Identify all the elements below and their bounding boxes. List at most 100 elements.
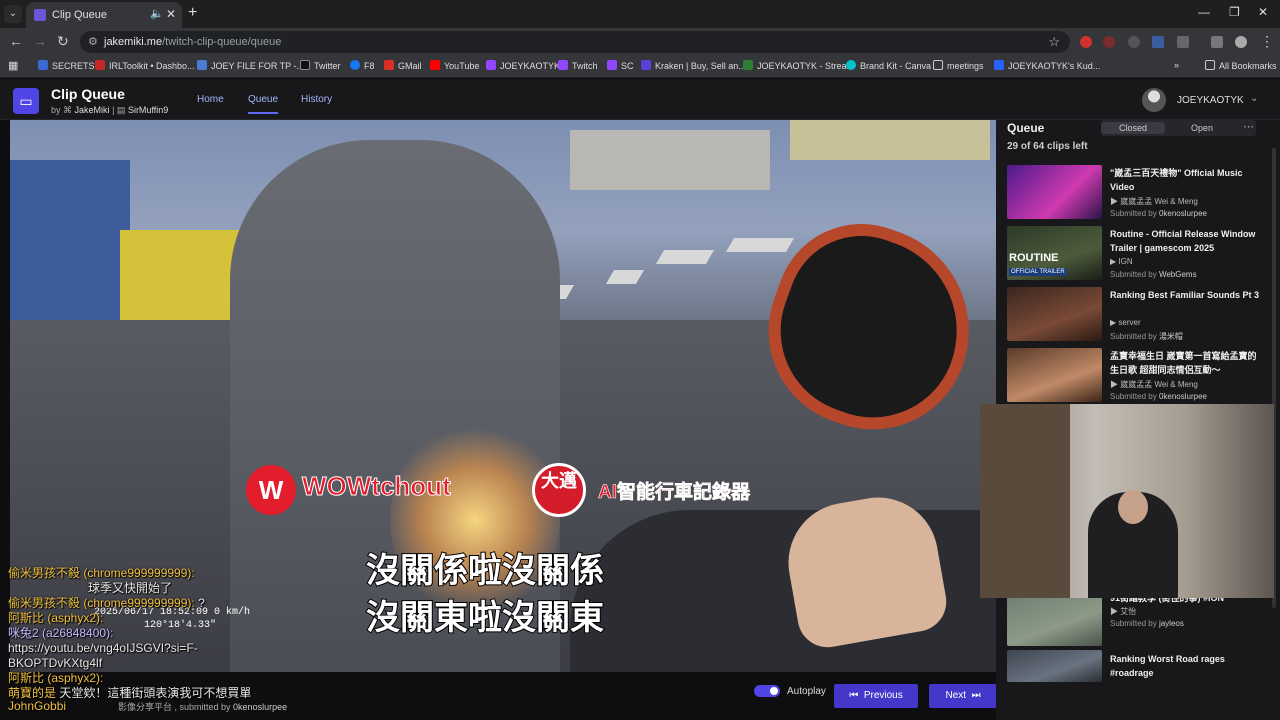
- webcam-overlay: [980, 404, 1274, 598]
- close-window-icon[interactable]: ✕: [1258, 5, 1268, 19]
- nav-history[interactable]: History: [301, 94, 332, 105]
- restore-icon[interactable]: ❐: [1229, 5, 1240, 19]
- tab-title: Clip Queue: [52, 9, 108, 21]
- queue-item[interactable]: "崴孟三百天禮物" Official Music Video ▶ 崴崴孟孟 We…: [1007, 165, 1272, 221]
- site-info-icon[interactable]: ⚙: [88, 35, 98, 48]
- tab-open[interactable]: Open: [1191, 123, 1213, 133]
- video-icon: ▶: [1110, 318, 1117, 327]
- clip-channel: ▶ IGN: [1110, 257, 1133, 266]
- queue-item[interactable]: Ranking Best Familiar Sounds Pt 3 ▶ serv…: [1007, 287, 1272, 343]
- minimize-icon[interactable]: —: [1198, 5, 1210, 19]
- tab-search-icon[interactable]: ⌄: [4, 5, 22, 23]
- close-tab-icon[interactable]: ✕: [166, 7, 176, 21]
- browser-tab[interactable]: Clip Queue 🔈 ✕: [26, 2, 182, 28]
- bookmark-twitch[interactable]: Twitch: [558, 60, 598, 71]
- extension-shield-icon[interactable]: [1103, 36, 1115, 48]
- extension-badge-icon[interactable]: [1152, 36, 1164, 48]
- subtitle-line-1: 沒關係啦沒關係: [365, 551, 605, 591]
- clip-channel: ▶ 崴崴孟孟 Wei & Meng: [1110, 197, 1198, 206]
- bookmark-meetings[interactable]: meetings: [933, 60, 984, 71]
- avatar[interactable]: [1142, 88, 1166, 112]
- chevron-down-icon[interactable]: ⌄: [1250, 93, 1258, 104]
- thumbnail-badge: OFFICIAL TRAILER: [1009, 268, 1067, 276]
- crosswalk-stripe: [605, 270, 645, 284]
- forward-icon[interactable]: →: [33, 33, 47, 49]
- chat-overlay: 偷米男孩不殺 (chrome999999999): 球季又快開始了 偷米男孩不殺…: [8, 566, 338, 714]
- queue-item[interactable]: 91街踏教學 (街徑的事) #ION ▶ 艾怡 Submitted by jay…: [1007, 592, 1272, 648]
- media-controls-icon[interactable]: [1211, 36, 1223, 48]
- all-bookmarks-folder[interactable]: All Bookmarks: [1205, 60, 1277, 71]
- app-title: Clip Queue: [51, 86, 125, 102]
- video-icon: ▶: [1110, 257, 1117, 266]
- more-bookmarks-icon[interactable]: »: [1174, 60, 1179, 70]
- clip-submitter: Submitted by WebGems: [1110, 270, 1197, 279]
- bookmark-star-icon[interactable]: ☆: [1048, 34, 1060, 50]
- bookmark-sc[interactable]: SC: [607, 60, 634, 71]
- contributor-link[interactable]: SirMuffin9: [128, 105, 168, 115]
- profile-avatar-icon[interactable]: [1235, 36, 1247, 48]
- bookmark-f8[interactable]: F8: [350, 60, 375, 71]
- more-options-icon[interactable]: ⋯: [1243, 120, 1254, 133]
- previous-icon: ⏮: [849, 690, 859, 701]
- next-button[interactable]: Next ⏭: [929, 684, 997, 708]
- previous-button[interactable]: ⏮ Previous: [834, 684, 918, 708]
- clip-title: Ranking Worst Road rages #roadrage: [1110, 654, 1225, 678]
- nav-queue[interactable]: Queue: [248, 94, 279, 114]
- bookmark-secrets[interactable]: SECRETS: [38, 60, 95, 71]
- clip-thumbnail: [1007, 650, 1102, 682]
- url-text: jakemiki.me/twitch-clip-queue/queue: [104, 36, 282, 48]
- back-icon[interactable]: ←: [9, 33, 23, 49]
- extension-bug-icon[interactable]: [1128, 36, 1140, 48]
- reload-icon[interactable]: ↻: [57, 33, 69, 50]
- bookmark-kraken[interactable]: Kraken | Buy, Sell an...: [641, 60, 746, 71]
- ai-brand-text: AI智能行車記錄器: [598, 482, 751, 504]
- chat-line: 咪兔2 (a26848400):: [8, 626, 114, 640]
- video-icon: ▶: [1110, 607, 1118, 616]
- da-mai-logo: 大邁: [532, 463, 586, 517]
- clip-title: "崴孟三百天禮物" Official Music Video: [1110, 168, 1243, 192]
- bookmark-youtube[interactable]: YouTube: [430, 60, 479, 71]
- autoplay-toggle[interactable]: [754, 685, 780, 697]
- browser-menu-icon[interactable]: ⋮: [1260, 33, 1274, 50]
- clip-submitter: Submitted by 湯米帽: [1110, 332, 1183, 341]
- video-icon: ▶: [1110, 197, 1118, 206]
- chat-line: 阿斯比 (asphyx2):: [8, 611, 104, 625]
- nav-home[interactable]: Home: [197, 94, 224, 105]
- username[interactable]: JOEYKAOTYK: [1177, 95, 1244, 106]
- apps-grid-icon[interactable]: ▦: [8, 59, 18, 72]
- queue-item[interactable]: 孟寶幸福生日 崴寶第一首寫給孟寶的生日歌 超甜同志情侶互動～ ▶ 崴崴孟孟 We…: [1007, 348, 1272, 404]
- address-bar[interactable]: ⚙ jakemiki.me/twitch-clip-queue/queue ☆: [80, 31, 1070, 53]
- bookmark-irltoolkit[interactable]: IRLToolkit • Dashbo...: [95, 60, 195, 71]
- bookmark-gmail[interactable]: GMail: [384, 60, 422, 71]
- clip-thumbnail: [1007, 287, 1102, 341]
- clip-submitter: Submitted by jayleos: [1110, 619, 1184, 628]
- video-icon: ▶: [1110, 380, 1118, 389]
- queue-item[interactable]: ROUTINE OFFICIAL TRAILER Routine - Offic…: [1007, 226, 1272, 282]
- app-credits: by ⌘ JakeMiki | ▤ SirMuffin9: [51, 105, 169, 115]
- bookmark-joeykaotyk[interactable]: JOEYKAOTYK: [486, 60, 560, 71]
- app-logo-icon[interactable]: ▭: [13, 88, 39, 114]
- clip-thumbnail: [1007, 592, 1102, 646]
- tab-closed[interactable]: Closed: [1101, 122, 1165, 134]
- building-scenery: [570, 130, 770, 190]
- clip-title: Ranking Best Familiar Sounds Pt 3: [1110, 290, 1260, 300]
- clip-channel: ▶ 崴崴孟孟 Wei & Meng: [1110, 380, 1198, 389]
- bookmark-joeykaotyk-stream[interactable]: JOEYKAOTYK - Strea...: [743, 60, 854, 71]
- next-icon: ⏭: [971, 690, 981, 701]
- author-link[interactable]: JakeMiki: [75, 105, 110, 115]
- bookmark-joey-file[interactable]: JOEY FILE FOR TP -...: [197, 60, 304, 71]
- browser-tabbar: ⌄ Clip Queue 🔈 ✕ + — ❐ ✕: [0, 0, 1280, 28]
- speaker-icon[interactable]: 🔈: [150, 7, 164, 20]
- bookmark-twitter[interactable]: Twitter: [300, 60, 341, 71]
- bookmark-kudos[interactable]: JOEYKAOTYK's Kud...: [994, 60, 1100, 71]
- crosswalk-stripe: [725, 238, 795, 252]
- queue-status-tabs: Closed Open: [1101, 120, 1256, 136]
- new-tab-icon[interactable]: +: [188, 4, 197, 22]
- extensions-puzzle-icon[interactable]: [1177, 36, 1189, 48]
- queue-count: 29 of 64 clips left: [1007, 141, 1088, 152]
- chat-line: 偷米男孩不殺 (chrome999999999): ?: [8, 596, 205, 610]
- extension-red-icon[interactable]: [1080, 36, 1092, 48]
- queue-item[interactable]: Ranking Worst Road rages #roadrage: [1007, 650, 1272, 706]
- bookmark-canva[interactable]: Brand Kit - Canva: [846, 60, 931, 71]
- clip-title: Routine - Official Release Window Traile…: [1110, 229, 1256, 253]
